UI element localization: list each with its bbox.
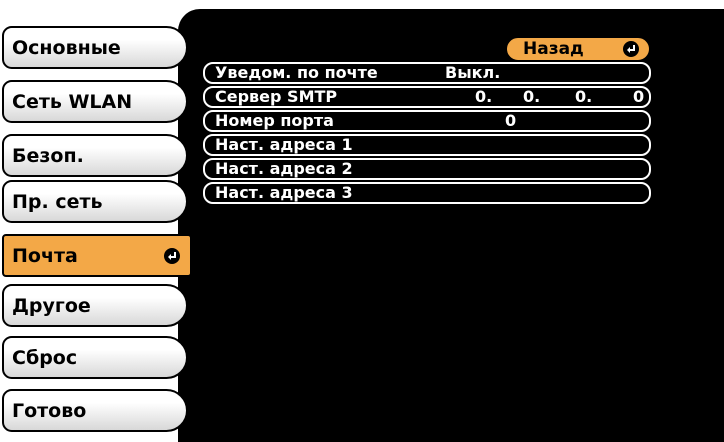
back-button[interactable]: Назад — [507, 38, 649, 60]
sidebar-item-label: Сеть WLAN — [12, 90, 133, 113]
back-button-label: Назад — [523, 39, 584, 59]
setting-label: Наст. адреса 3 — [215, 183, 353, 202]
sidebar-item-label: Безоп. — [12, 144, 84, 167]
ip-octet[interactable]: 0. — [575, 88, 592, 106]
sidebar-item-label: Готово — [12, 399, 87, 422]
setting-mail-notification[interactable]: Уведом. по почте Выкл. — [203, 62, 651, 84]
sidebar-item-done[interactable]: Готово — [2, 389, 188, 432]
setting-label: Наст. адреса 1 — [215, 135, 353, 154]
setting-label: Номер порта — [215, 111, 334, 130]
sidebar-item-basic[interactable]: Основные — [2, 26, 188, 69]
ip-octet[interactable]: 0 — [633, 88, 644, 106]
setting-label: Наст. адреса 2 — [215, 159, 353, 178]
sidebar-item-mail[interactable]: Почта — [2, 234, 192, 277]
ip-octet[interactable]: 0. — [523, 88, 540, 106]
enter-icon — [623, 41, 639, 57]
setting-port-number[interactable]: Номер порта 0 — [203, 110, 651, 132]
sidebar-item-label: Пр. сеть — [12, 190, 103, 213]
setting-label: Сервер SMTP — [215, 87, 338, 106]
sidebar-item-security[interactable]: Безоп. — [2, 134, 188, 177]
sidebar-item-label: Другое — [12, 294, 91, 317]
setting-value: 0 — [505, 111, 517, 130]
setting-label: Уведом. по почте — [215, 63, 378, 82]
sidebar-item-other[interactable]: Другое — [2, 284, 188, 327]
ip-octet[interactable]: 0. — [475, 88, 492, 106]
setting-address-2[interactable]: Наст. адреса 2 — [203, 158, 651, 180]
setting-address-1[interactable]: Наст. адреса 1 — [203, 134, 651, 156]
enter-icon — [164, 247, 180, 264]
sidebar-item-reset[interactable]: Сброс — [2, 336, 188, 379]
setting-smtp-server[interactable]: Сервер SMTP 0. 0. 0. 0 — [203, 86, 651, 108]
setting-value: Выкл. — [445, 63, 501, 82]
sidebar-item-label: Почта — [12, 244, 78, 267]
setting-address-3[interactable]: Наст. адреса 3 — [203, 182, 651, 204]
sidebar-item-label: Сброс — [12, 346, 78, 369]
sidebar-item-wlan[interactable]: Сеть WLAN — [2, 80, 188, 123]
sidebar-item-wired-network[interactable]: Пр. сеть — [2, 180, 188, 223]
sidebar-item-label: Основные — [12, 36, 121, 59]
